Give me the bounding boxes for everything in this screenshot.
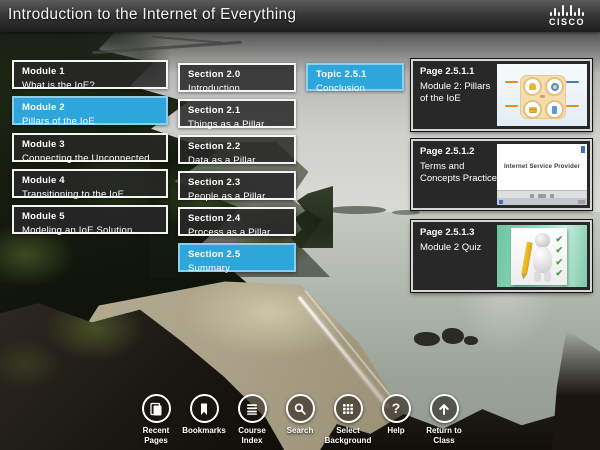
recent-pages-icon (148, 401, 164, 417)
flashcard-text: Internet Service Provider (504, 164, 580, 170)
page-2-5-1-2-item[interactable]: Page 2.5.1.2 Terms and Concepts Practice… (411, 139, 592, 210)
cisco-bridge-icon (544, 4, 590, 16)
section-2-1-item[interactable]: Section 2.1 Things as a Pillar (178, 99, 296, 128)
section-label: Section 2.4 (188, 213, 286, 224)
return-to-class-button[interactable]: Return to Class (420, 394, 468, 445)
topic-title: Conclusion (316, 83, 394, 94)
module-3-item[interactable]: Module 3 Connecting the Unconnected (12, 133, 168, 162)
course-index-icon (244, 401, 260, 417)
module-label: Module 4 (22, 175, 158, 186)
section-2-0-item[interactable]: Section 2.0 Introduction (178, 63, 296, 92)
flashcard-close-button (581, 146, 585, 153)
section-2-4-item[interactable]: Section 2.4 Process as a Pillar (178, 207, 296, 236)
cisco-wordmark: CISCO (544, 17, 590, 27)
module-5-item[interactable]: Module 5 Modeling an IoE Solution (12, 205, 168, 234)
module-title: Pillars of the IoE (22, 116, 158, 127)
page-2-5-1-3-item[interactable]: Page 2.5.1.3 Module 2 Quiz ✔✔✔✔ (411, 220, 592, 292)
bottom-toolbar: Recent Pages Bookmarks (132, 394, 468, 445)
sea-rocks (414, 326, 480, 348)
module-title: Connecting the Unconnected (22, 153, 158, 164)
section-2-3-item[interactable]: Section 2.3 People as a Pillar (178, 171, 296, 200)
section-title: Introduction (188, 83, 286, 94)
page-label: Page 2.5.1.2 (420, 146, 498, 157)
module-label: Module 1 (22, 66, 158, 77)
course-index-button[interactable]: Course Index (228, 394, 276, 445)
page-title: Terms and Concepts Practice (420, 161, 498, 185)
page-label: Page 2.5.1.3 (420, 227, 498, 238)
page-thumbnail-pillars-diagram (497, 64, 587, 126)
toolbar-label: Course Index (228, 426, 276, 445)
select-background-button[interactable]: Select Background (324, 394, 372, 445)
figure-head (535, 233, 550, 248)
page-thumbnail-flashcard: Internet Service Provider (497, 144, 587, 205)
search-icon (292, 401, 308, 417)
bookmarks-icon (196, 401, 212, 417)
module-title: What is the IoE? (22, 80, 158, 91)
pencil-icon (521, 242, 532, 275)
page-2-5-1-1-item[interactable]: Page 2.5.1.1 Module 2: Pillars of the Io… (411, 59, 592, 131)
island (328, 206, 386, 214)
toolbar-label: Help (387, 426, 404, 436)
module-title: Transitioning to the IoE (22, 189, 158, 200)
page-thumbnail-quiz-figure: ✔✔✔✔ (497, 225, 587, 287)
topic-2-5-1-item-selected[interactable]: Topic 2.5.1 Conclusion (306, 63, 404, 91)
page-title: Introduction to the Internet of Everythi… (8, 6, 296, 24)
cisco-logo: CISCO (544, 4, 590, 27)
topic-label: Topic 2.5.1 (316, 69, 394, 80)
section-title: Data as a Pillar (188, 155, 286, 166)
process-pillar-icon (551, 83, 559, 91)
things-pillar-icon (552, 106, 557, 114)
module-label: Module 2 (22, 102, 158, 113)
section-label: Section 2.1 (188, 105, 286, 116)
course-index-screen: Introduction to the Internet of Everythi… (0, 0, 600, 450)
checkmarks: ✔✔✔✔ (555, 234, 563, 279)
section-title: Summary (188, 263, 286, 274)
data-pillar-icon (529, 107, 537, 113)
toolbar-label: Return to Class (420, 426, 468, 445)
section-2-5-item-selected[interactable]: Section 2.5 Summary (178, 243, 296, 272)
return-to-class-icon (436, 401, 452, 417)
select-background-icon (340, 401, 356, 417)
people-pillar-icon (529, 83, 536, 90)
island (392, 210, 420, 215)
toolbar-label: Search (287, 426, 314, 436)
recent-pages-button[interactable]: Recent Pages (132, 394, 180, 445)
module-label: Module 3 (22, 139, 158, 150)
search-button[interactable]: Search (276, 394, 324, 445)
toolbar-label: Recent Pages (132, 426, 180, 445)
section-title: Process as a Pillar (188, 227, 286, 238)
section-title: People as a Pillar (188, 191, 286, 202)
module-title: Modeling an IoE Solution (22, 225, 158, 236)
header-bar: Introduction to the Internet of Everythi… (0, 0, 600, 32)
module-2-item-selected[interactable]: Module 2 Pillars of the IoE (12, 96, 168, 125)
section-label: Section 2.5 (188, 249, 286, 260)
section-title: Things as a Pillar (188, 119, 286, 130)
section-label: Section 2.0 (188, 69, 286, 80)
bookmarks-button[interactable]: Bookmarks (180, 394, 228, 445)
help-icon: ? (392, 401, 401, 415)
figure-body (533, 247, 552, 273)
module-4-item[interactable]: Module 4 Transitioning to the IoE (12, 169, 168, 198)
page-title: Module 2 Quiz (420, 242, 498, 254)
page-label: Page 2.5.1.1 (420, 66, 498, 77)
section-label: Section 2.3 (188, 177, 286, 188)
module-label: Module 5 (22, 211, 158, 222)
help-button[interactable]: ? Help (372, 394, 420, 445)
toolbar-label: Bookmarks (182, 426, 226, 436)
page-title: Module 2: Pillars of the IoE (420, 81, 498, 105)
section-label: Section 2.2 (188, 141, 286, 152)
section-2-2-item[interactable]: Section 2.2 Data as a Pillar (178, 135, 296, 164)
toolbar-label: Select Background (324, 426, 372, 445)
module-1-item[interactable]: Module 1 What is the IoE? (12, 60, 168, 89)
